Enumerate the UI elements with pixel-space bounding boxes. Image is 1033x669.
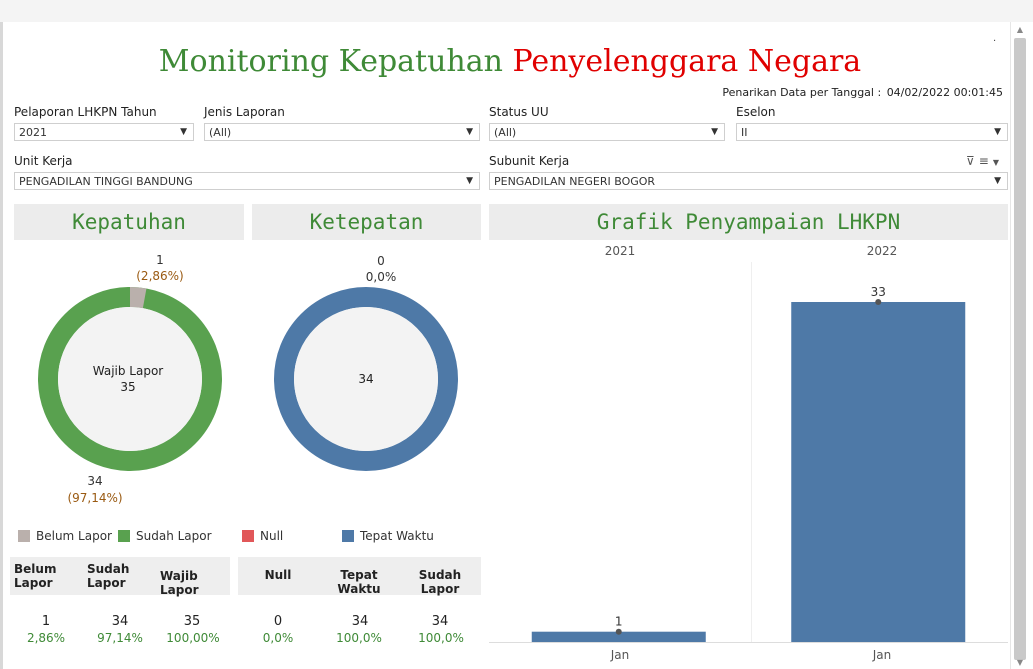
table2-pct-tepat: 100,0%	[336, 631, 382, 645]
filter-jenis-select[interactable]: (All) ▼	[204, 123, 480, 141]
filter-status-select[interactable]: (All) ▼	[489, 123, 725, 141]
data-timestamp: Penarikan Data per Tanggal : 04/02/2022 …	[720, 86, 1003, 99]
filter-jenis-value: (All)	[209, 126, 232, 139]
dashboard-title: Monitoring Kepatuhan Penyelenggara Negar…	[0, 44, 1020, 79]
title-part-green: Monitoring Kepatuhan	[158, 44, 503, 79]
dropdown-caret-icon: ▼	[466, 127, 473, 137]
filter-eselon-select[interactable]: II ▼	[736, 123, 1008, 141]
kepatuhan-top-pct: (2,86%)	[136, 269, 184, 283]
table1-header: Belum Lapor Sudah Lapor Wajib Lapor	[10, 557, 230, 597]
table2-header: Null Tepat Waktu Sudah Lapor	[238, 557, 481, 596]
timestamp-label: Penarikan Data per Tanggal :	[722, 86, 882, 99]
filter-subunit-select[interactable]: PENGADILAN NEGERI BOGOR ▼	[489, 172, 1008, 190]
table2-header-tepat: Tepat Waktu	[337, 568, 381, 596]
window-top-bar	[0, 0, 1033, 22]
table1-value-belum: 1	[41, 614, 51, 629]
kepatuhan-donut	[38, 287, 222, 471]
filter-tools: ⊽≡▼	[966, 154, 1003, 168]
legend-label: Belum Lapor	[36, 529, 112, 543]
legend-swatch	[18, 530, 30, 542]
table2-header-sudah: Sudah Lapor	[418, 568, 462, 596]
table2-value-null: 0	[273, 614, 283, 629]
filter-jenis-label: Jenis Laporan	[204, 105, 285, 119]
legend-item-null[interactable]: Null	[242, 529, 283, 543]
chart-x-label-2022: Jan	[872, 648, 892, 662]
legend-item-tepat-waktu[interactable]: Tepat Waktu	[342, 529, 434, 543]
filter-unit-value: PENGADILAN TINGGI BANDUNG	[19, 175, 193, 188]
chart-group-label-2021: 2021	[604, 244, 636, 258]
table1-value-wajib: 35	[183, 614, 201, 629]
bar-value-label: 33	[871, 285, 886, 299]
filter-tahun-value: 2021	[19, 126, 47, 139]
table1-header-sudah: Sudah Lapor	[87, 562, 130, 590]
kepatuhan-center-value: 35	[120, 380, 136, 394]
scroll-up-arrow-icon[interactable]: ▲	[1014, 25, 1026, 35]
filter-subunit-value: PENGADILAN NEGERI BOGOR	[494, 175, 656, 188]
ketepatan-center-value: 34	[358, 372, 374, 386]
donut-segment-belum-lapor[interactable]	[129, 287, 147, 309]
dropdown-caret-icon: ▼	[994, 127, 1001, 137]
legend-label: Sudah Lapor	[136, 529, 212, 543]
kepatuhan-bottom-pct: (97,14%)	[67, 491, 123, 505]
filter-tahun-select[interactable]: 2021 ▼	[14, 123, 194, 141]
kepatuhan-header: Kepatuhan	[14, 204, 244, 240]
filter-status-label: Status UU	[489, 105, 549, 119]
scroll-down-arrow-icon[interactable]: ▼	[1014, 658, 1026, 668]
bar-2022[interactable]	[791, 302, 966, 642]
table1-pct-sudah: 97,14%	[97, 631, 143, 645]
legend-item-sudah-lapor[interactable]: Sudah Lapor	[118, 529, 212, 543]
legend-label: Tepat Waktu	[360, 529, 434, 543]
table1-header-belum: Belum Lapor	[14, 562, 57, 590]
ketepatan-top-value: 0	[377, 254, 385, 268]
ketepatan-top-pct: 0,0%	[365, 270, 397, 284]
menu-icon[interactable]: ≡	[979, 154, 993, 168]
filter-unit-select[interactable]: PENGADILAN TINGGI BANDUNG ▼	[14, 172, 480, 190]
grafik-header: Grafik Penyampaian LHKPN	[489, 204, 1008, 240]
kepatuhan-center-label: Wajib Lapor	[92, 364, 164, 378]
legend-swatch	[242, 530, 254, 542]
bar-value-label: 1	[615, 615, 623, 629]
bar-chart: 1 33	[531, 285, 966, 642]
table2-pct-null: 0,0%	[262, 631, 294, 645]
timestamp-value: 04/02/2022 00:01:45	[886, 86, 1003, 99]
title-part-red: Penyelenggara Negara	[512, 44, 862, 79]
filter-subunit-label: Subunit Kerja	[489, 154, 570, 168]
table1-pct-wajib: 100,00%	[166, 631, 220, 645]
donut-center	[58, 307, 202, 451]
dropdown-caret-icon: ▼	[994, 176, 1001, 186]
legend-item-belum-lapor[interactable]: Belum Lapor	[18, 529, 112, 543]
bar-top-marker	[615, 628, 622, 635]
scrollbar-thumb[interactable]	[1014, 38, 1026, 660]
dropdown-caret-icon: ▼	[180, 127, 187, 137]
more-caret-icon[interactable]: ▼	[993, 158, 1003, 167]
table2-pct-sudah: 100,0%	[418, 631, 464, 645]
ketepatan-header: Ketepatan	[252, 204, 481, 240]
table1-value-sudah: 34	[111, 614, 129, 629]
filter-eselon-value: II	[741, 126, 748, 139]
filter-eselon-label: Eselon	[736, 105, 776, 119]
table2-header-null: Null	[264, 568, 292, 582]
filter-unit-label: Unit Kerja	[14, 154, 73, 168]
table1-pct-belum: 2,86%	[26, 631, 66, 645]
filter-tahun-label: Pelaporan LHKPN Tahun	[14, 105, 157, 119]
filter-status-value: (All)	[494, 126, 517, 139]
bar-top-marker	[875, 299, 882, 305]
dropdown-caret-icon: ▼	[466, 176, 473, 186]
kepatuhan-bottom-value: 34	[87, 474, 103, 488]
clear-filter-icon[interactable]: ⊽	[966, 154, 979, 168]
table1-header-wajib: Wajib Lapor	[160, 569, 199, 597]
window-left-border	[0, 22, 3, 669]
legend-swatch	[342, 530, 354, 542]
kepatuhan-top-value: 1	[156, 253, 164, 267]
legend-label: Null	[260, 529, 284, 543]
chart-x-label-2021: Jan	[610, 648, 630, 662]
legend-swatch	[118, 530, 130, 542]
dropdown-caret-icon: ▼	[711, 127, 718, 137]
table2-value-tepat: 34	[351, 614, 369, 629]
table2-value-sudah: 34	[431, 614, 449, 629]
chart-group-label-2022: 2022	[866, 244, 898, 258]
